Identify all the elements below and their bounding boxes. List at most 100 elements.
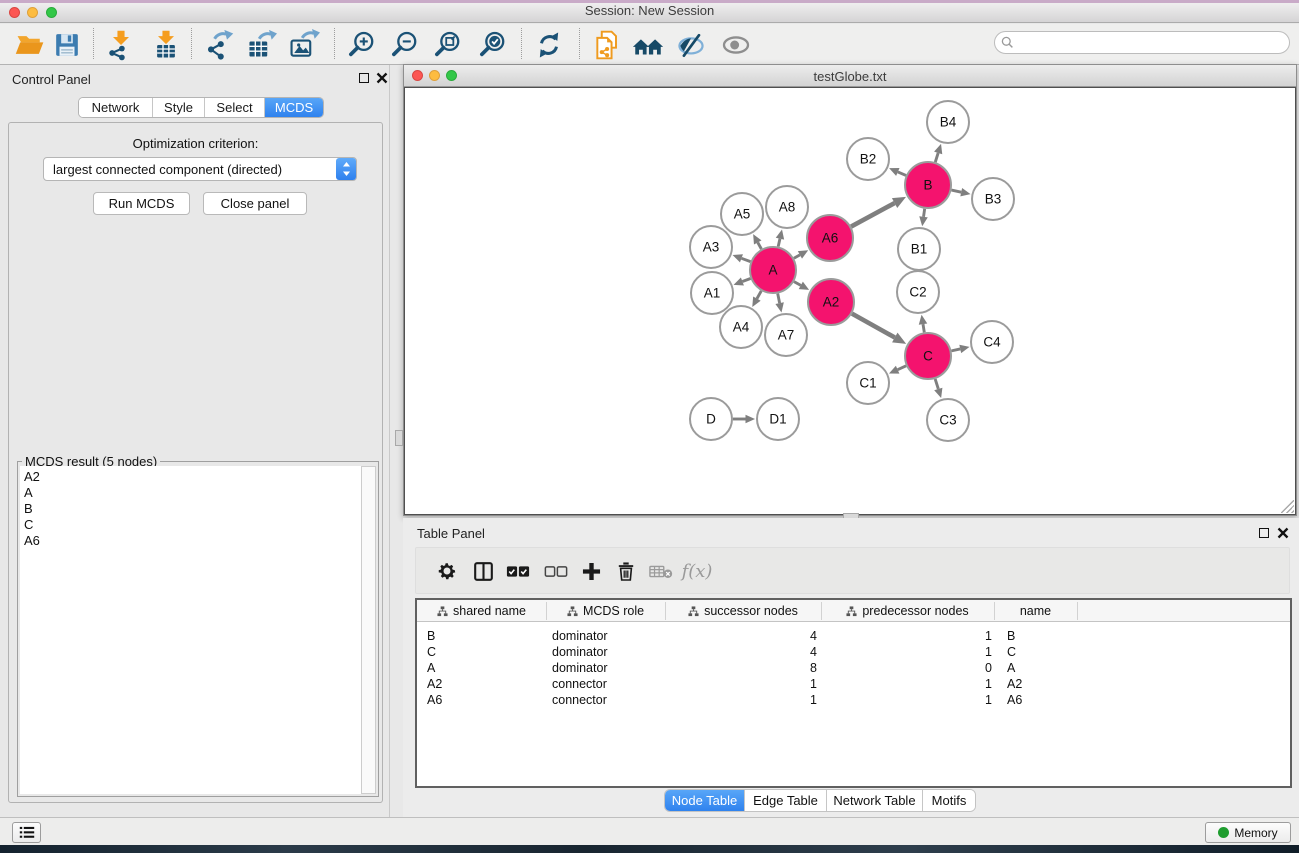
graph-edge-A-A4[interactable] — [757, 291, 761, 299]
import-table-button[interactable] — [147, 26, 185, 63]
zoom-fit-button[interactable] — [429, 26, 467, 63]
result-item[interactable]: B — [24, 501, 361, 517]
cell-shared-name[interactable]: B — [427, 628, 435, 644]
add-entry-button[interactable] — [574, 554, 608, 588]
result-item[interactable]: C — [24, 517, 361, 533]
function-builder-button[interactable]: f(x) — [676, 554, 718, 588]
cell-successor-nodes[interactable]: 4 — [717, 628, 817, 644]
cell-name[interactable]: A2 — [1007, 676, 1022, 692]
cell-predecessor-nodes[interactable]: 1 — [892, 628, 992, 644]
mcds-result-list[interactable]: A2 A B C A6 — [20, 466, 361, 794]
search-field[interactable] — [994, 31, 1290, 54]
close-panel-icon[interactable] — [376, 72, 388, 84]
column-header-successor-nodes[interactable]: successor nodes — [665, 600, 821, 622]
table-row[interactable]: A dominator 8 0 A — [417, 660, 1290, 676]
tab-mcds[interactable]: MCDS — [265, 98, 323, 117]
graph-edge-B-B4[interactable] — [935, 153, 938, 162]
table-row[interactable]: A2 connector 1 1 A2 — [417, 676, 1290, 692]
cell-name[interactable]: A6 — [1007, 692, 1022, 708]
cell-shared-name[interactable]: A6 — [427, 692, 442, 708]
result-item[interactable]: A2 — [24, 469, 361, 485]
cell-name[interactable]: A — [1007, 660, 1015, 676]
cell-mcds-role[interactable]: dominator — [552, 644, 608, 660]
graph-edge-C-C2[interactable] — [923, 324, 924, 332]
tab-network-table[interactable]: Network Table — [827, 790, 923, 811]
graph-edge-A-A5[interactable] — [758, 242, 762, 249]
tab-network[interactable]: Network — [79, 98, 153, 117]
table-row[interactable]: B dominator 4 1 B — [417, 628, 1290, 644]
run-mcds-button[interactable]: Run MCDS — [93, 192, 190, 215]
close-panel-button[interactable]: Close panel — [203, 192, 307, 215]
column-header-predecessor-nodes[interactable]: predecessor nodes — [821, 600, 994, 622]
cell-predecessor-nodes[interactable]: 1 — [892, 676, 992, 692]
cell-mcds-role[interactable]: dominator — [552, 628, 608, 644]
result-item[interactable]: A — [24, 485, 361, 501]
refresh-layout-button[interactable] — [530, 26, 568, 63]
column-header-mcds-role[interactable]: MCDS role — [546, 600, 665, 622]
tab-edge-table[interactable]: Edge Table — [745, 790, 827, 811]
save-session-button[interactable] — [48, 26, 86, 63]
graph-edge-B-B2[interactable] — [898, 172, 906, 176]
graph-edge-C-C3[interactable] — [935, 379, 938, 389]
resize-grip-icon[interactable] — [1281, 500, 1294, 513]
import-network-button[interactable] — [102, 26, 140, 63]
zoom-out-button[interactable] — [386, 26, 424, 63]
search-input[interactable] — [1018, 36, 1289, 50]
table-row[interactable]: A6 connector 1 1 A6 — [417, 692, 1290, 708]
export-network-button[interactable] — [200, 26, 238, 63]
select-all-checks-button[interactable] — [501, 554, 535, 588]
graph-edge-A-A8[interactable] — [778, 239, 780, 247]
graph-edge-A-A7[interactable] — [778, 294, 780, 304]
graph-edge-A-A2[interactable] — [794, 282, 801, 286]
cell-shared-name[interactable]: C — [427, 644, 436, 660]
delete-entry-button[interactable] — [609, 554, 643, 588]
network-window-titlebar[interactable]: testGlobe.txt — [404, 65, 1296, 87]
zoom-in-button[interactable] — [343, 26, 381, 63]
open-session-button[interactable] — [11, 26, 49, 63]
show-graphics-details-button[interactable] — [717, 26, 755, 63]
table-row[interactable]: C dominator 4 1 C — [417, 644, 1290, 660]
vertical-splitter-handle[interactable] — [395, 430, 403, 446]
cell-successor-nodes[interactable]: 1 — [717, 676, 817, 692]
result-item[interactable]: A6 — [24, 533, 361, 549]
export-table-button[interactable] — [242, 26, 280, 63]
tab-motifs[interactable]: Motifs — [923, 790, 975, 811]
tab-style[interactable]: Style — [153, 98, 205, 117]
close-table-panel-icon[interactable] — [1277, 527, 1289, 539]
cell-mcds-role[interactable]: dominator — [552, 660, 608, 676]
export-image-button[interactable] — [285, 26, 323, 63]
cell-successor-nodes[interactable]: 8 — [717, 660, 817, 676]
cell-predecessor-nodes[interactable]: 1 — [892, 644, 992, 660]
float-panel-icon[interactable] — [359, 73, 369, 83]
cell-name[interactable]: B — [1007, 628, 1015, 644]
tab-select[interactable]: Select — [205, 98, 265, 117]
zoom-selected-button[interactable] — [474, 26, 512, 63]
tab-node-table[interactable]: Node Table — [665, 790, 745, 811]
delete-table-button[interactable] — [644, 554, 678, 588]
column-header-shared-name[interactable]: shared name — [417, 600, 546, 622]
new-network-from-selection-button[interactable] — [589, 26, 627, 63]
criterion-dropdown[interactable]: largest connected component (directed) — [43, 157, 357, 181]
graph-edge-B-B3[interactable] — [951, 190, 961, 192]
graph-edge-C-C4[interactable] — [951, 349, 960, 351]
cell-mcds-role[interactable]: connector — [552, 676, 607, 692]
deselect-all-checks-button[interactable] — [539, 554, 573, 588]
task-history-button[interactable] — [12, 822, 41, 843]
memory-button[interactable]: Memory — [1205, 822, 1291, 843]
float-table-panel-icon[interactable] — [1259, 528, 1269, 538]
network-graph[interactable]: B4B2BB3A8A5A6A3B1AC2A1A2A4A7C4CC1C3DD1 — [405, 88, 1297, 516]
cell-name[interactable]: C — [1007, 644, 1016, 660]
graph-edge-A2-C[interactable] — [852, 314, 895, 338]
cell-shared-name[interactable]: A2 — [427, 676, 442, 692]
cell-predecessor-nodes[interactable]: 1 — [892, 692, 992, 708]
cell-successor-nodes[interactable]: 4 — [717, 644, 817, 660]
result-list-scrollbar[interactable] — [361, 466, 376, 794]
graph-edge-A6-B[interactable] — [851, 203, 894, 227]
column-header-name[interactable]: name — [994, 600, 1077, 622]
cell-shared-name[interactable]: A — [427, 660, 435, 676]
graph-edge-A-A6[interactable] — [794, 255, 800, 258]
graph-edge-C-C1[interactable] — [898, 366, 906, 370]
network-canvas[interactable]: B4B2BB3A8A5A6A3B1AC2A1A2A4A7C4CC1C3DD1 — [404, 87, 1296, 515]
table-settings-button[interactable] — [430, 554, 464, 588]
cell-mcds-role[interactable]: connector — [552, 692, 607, 708]
